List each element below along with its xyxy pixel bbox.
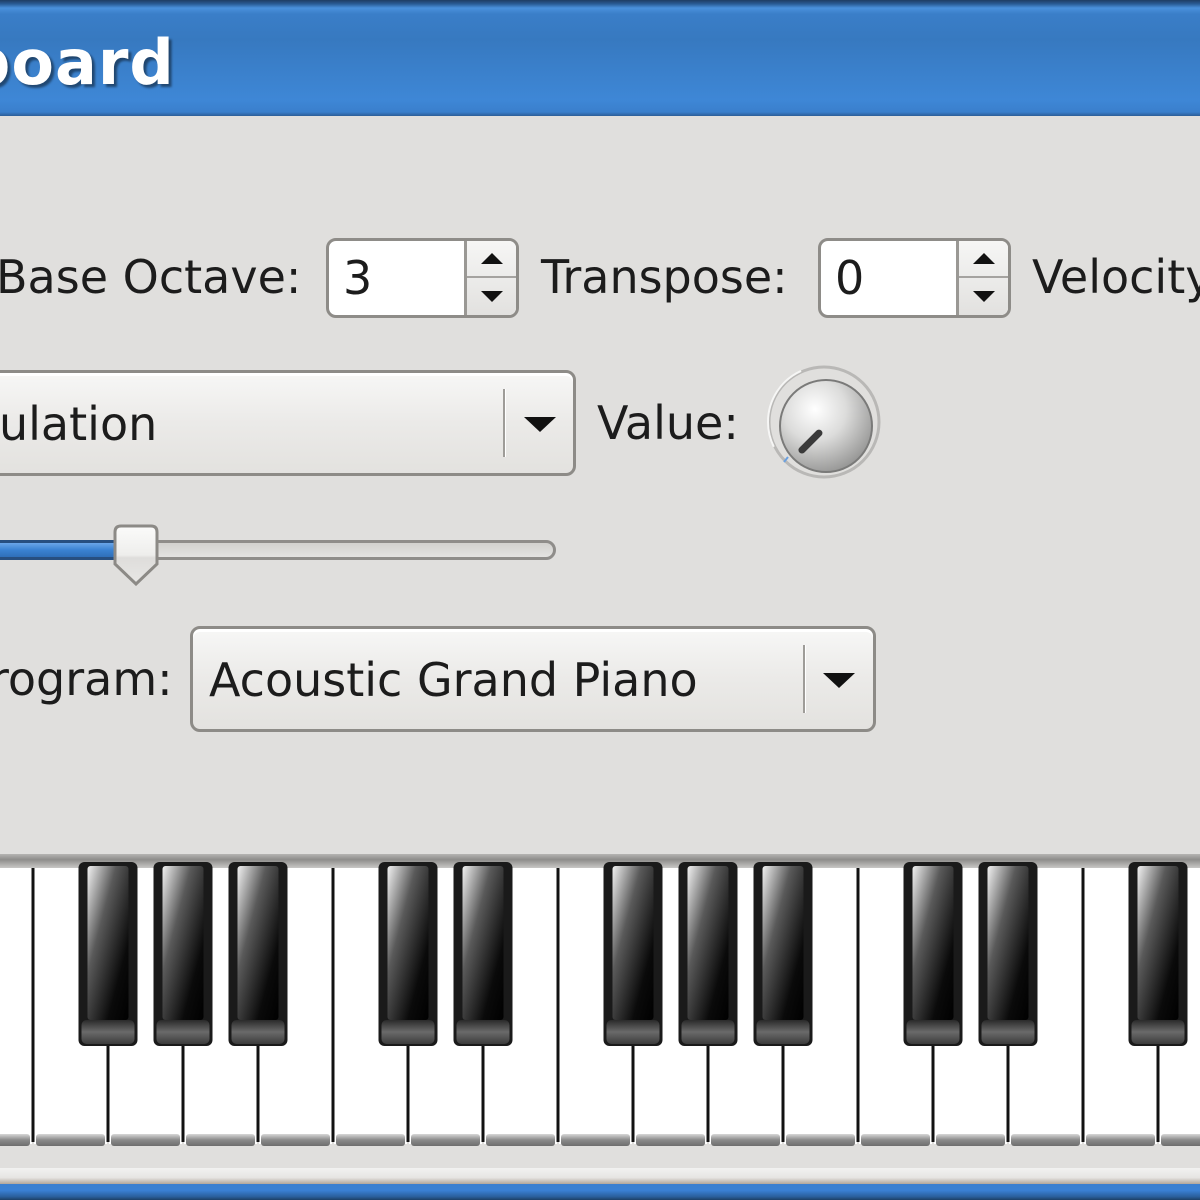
black-key[interactable] <box>978 862 1038 1046</box>
black-key[interactable] <box>603 862 663 1046</box>
triangle-down-icon <box>972 291 995 302</box>
base-octave-decrement-button[interactable] <box>467 278 516 315</box>
controller-combobox-value: ulation <box>0 397 158 451</box>
window-bottom-border <box>0 1184 1200 1200</box>
transpose-label: Transpose: <box>541 250 788 304</box>
window-title: board <box>0 26 175 99</box>
velocity-label: Velocity <box>1032 250 1200 304</box>
value-knob[interactable] <box>762 362 886 480</box>
slider-thumb[interactable] <box>113 524 159 586</box>
combo-separator <box>803 645 805 713</box>
black-key[interactable] <box>1128 862 1188 1046</box>
black-key[interactable] <box>78 862 138 1046</box>
keyboard-bottom-frame <box>0 1168 1200 1184</box>
triangle-up-icon <box>972 253 995 264</box>
base-octave-increment-button[interactable] <box>467 241 516 278</box>
window-titlebar[interactable]: board <box>0 0 1200 116</box>
program-label: rogram: <box>0 652 173 706</box>
value-label: Value: <box>597 396 739 450</box>
transpose-increment-button[interactable] <box>959 241 1008 278</box>
base-octave-value[interactable]: 3 <box>343 251 372 305</box>
base-octave-label: Base Octave: <box>0 250 302 304</box>
transpose-decrement-button[interactable] <box>959 278 1008 315</box>
chevron-down-icon <box>823 673 855 688</box>
black-key[interactable] <box>678 862 738 1046</box>
black-key[interactable] <box>453 862 513 1046</box>
white-key[interactable] <box>0 868 32 1146</box>
knob-body <box>779 379 873 473</box>
base-octave-spin-buttons <box>464 241 516 315</box>
combo-separator <box>503 389 505 457</box>
triangle-down-icon <box>480 291 503 302</box>
black-key[interactable] <box>153 862 213 1046</box>
black-key[interactable] <box>228 862 288 1046</box>
black-key[interactable] <box>378 862 438 1046</box>
controller-combobox[interactable]: ulation <box>0 370 576 476</box>
chevron-down-icon <box>524 417 556 432</box>
transpose-spin-buttons <box>956 241 1008 315</box>
transpose-spinbox[interactable]: 0 <box>818 238 1011 318</box>
transpose-value[interactable]: 0 <box>835 251 864 305</box>
triangle-up-icon <box>480 253 503 264</box>
base-octave-spinbox[interactable]: 3 <box>326 238 519 318</box>
black-key[interactable] <box>903 862 963 1046</box>
black-key[interactable] <box>753 862 813 1046</box>
piano-keyboard[interactable] <box>0 854 1200 1170</box>
program-combobox[interactable]: Acoustic Grand Piano <box>190 626 876 732</box>
program-combobox-value: Acoustic Grand Piano <box>209 653 698 707</box>
